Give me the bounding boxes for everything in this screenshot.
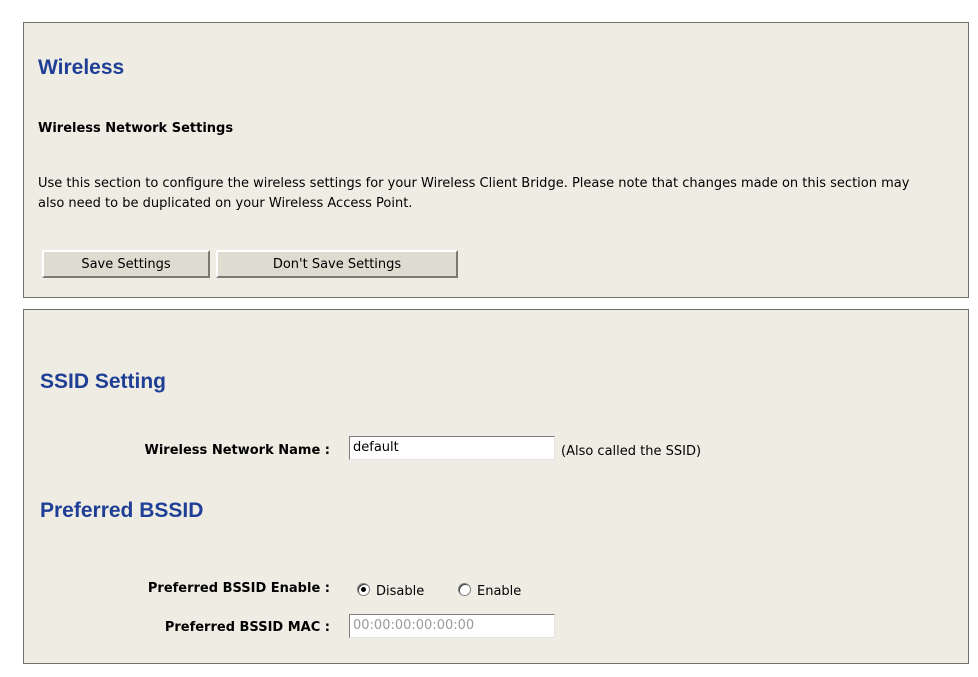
preferred-bssid-mac-input[interactable]: 00:00:00:00:00:00 xyxy=(349,614,555,638)
preferred-bssid-mac-label: Preferred BSSID MAC : xyxy=(164,620,330,635)
enable-radio-label[interactable]: Enable xyxy=(477,584,521,599)
wireless-network-name-input[interactable]: default xyxy=(349,436,555,460)
wireless-settings-panel: Wireless Wireless Network Settings Use t… xyxy=(23,22,969,298)
ssid-setting-title: SSID Setting xyxy=(40,370,167,393)
section-subtitle: Wireless Network Settings xyxy=(38,121,234,136)
disable-radio[interactable] xyxy=(357,583,370,596)
preferred-bssid-title: Preferred BSSID xyxy=(40,499,204,522)
section-description: Use this section to configure the wirele… xyxy=(38,176,910,211)
save-settings-button[interactable]: Save Settings xyxy=(42,250,210,278)
dont-save-settings-button[interactable]: Don't Save Settings xyxy=(216,250,458,278)
ssid-settings-panel: SSID Setting Wireless Network Name : def… xyxy=(23,309,969,664)
page-title: Wireless xyxy=(38,56,125,79)
preferred-bssid-enable-label: Preferred BSSID Enable : xyxy=(147,581,330,596)
ssid-hint-text: (Also called the SSID) xyxy=(561,444,702,459)
wireless-network-name-label: Wireless Network Name : xyxy=(144,443,330,458)
enable-radio[interactable] xyxy=(458,583,471,596)
disable-radio-label[interactable]: Disable xyxy=(376,584,424,599)
